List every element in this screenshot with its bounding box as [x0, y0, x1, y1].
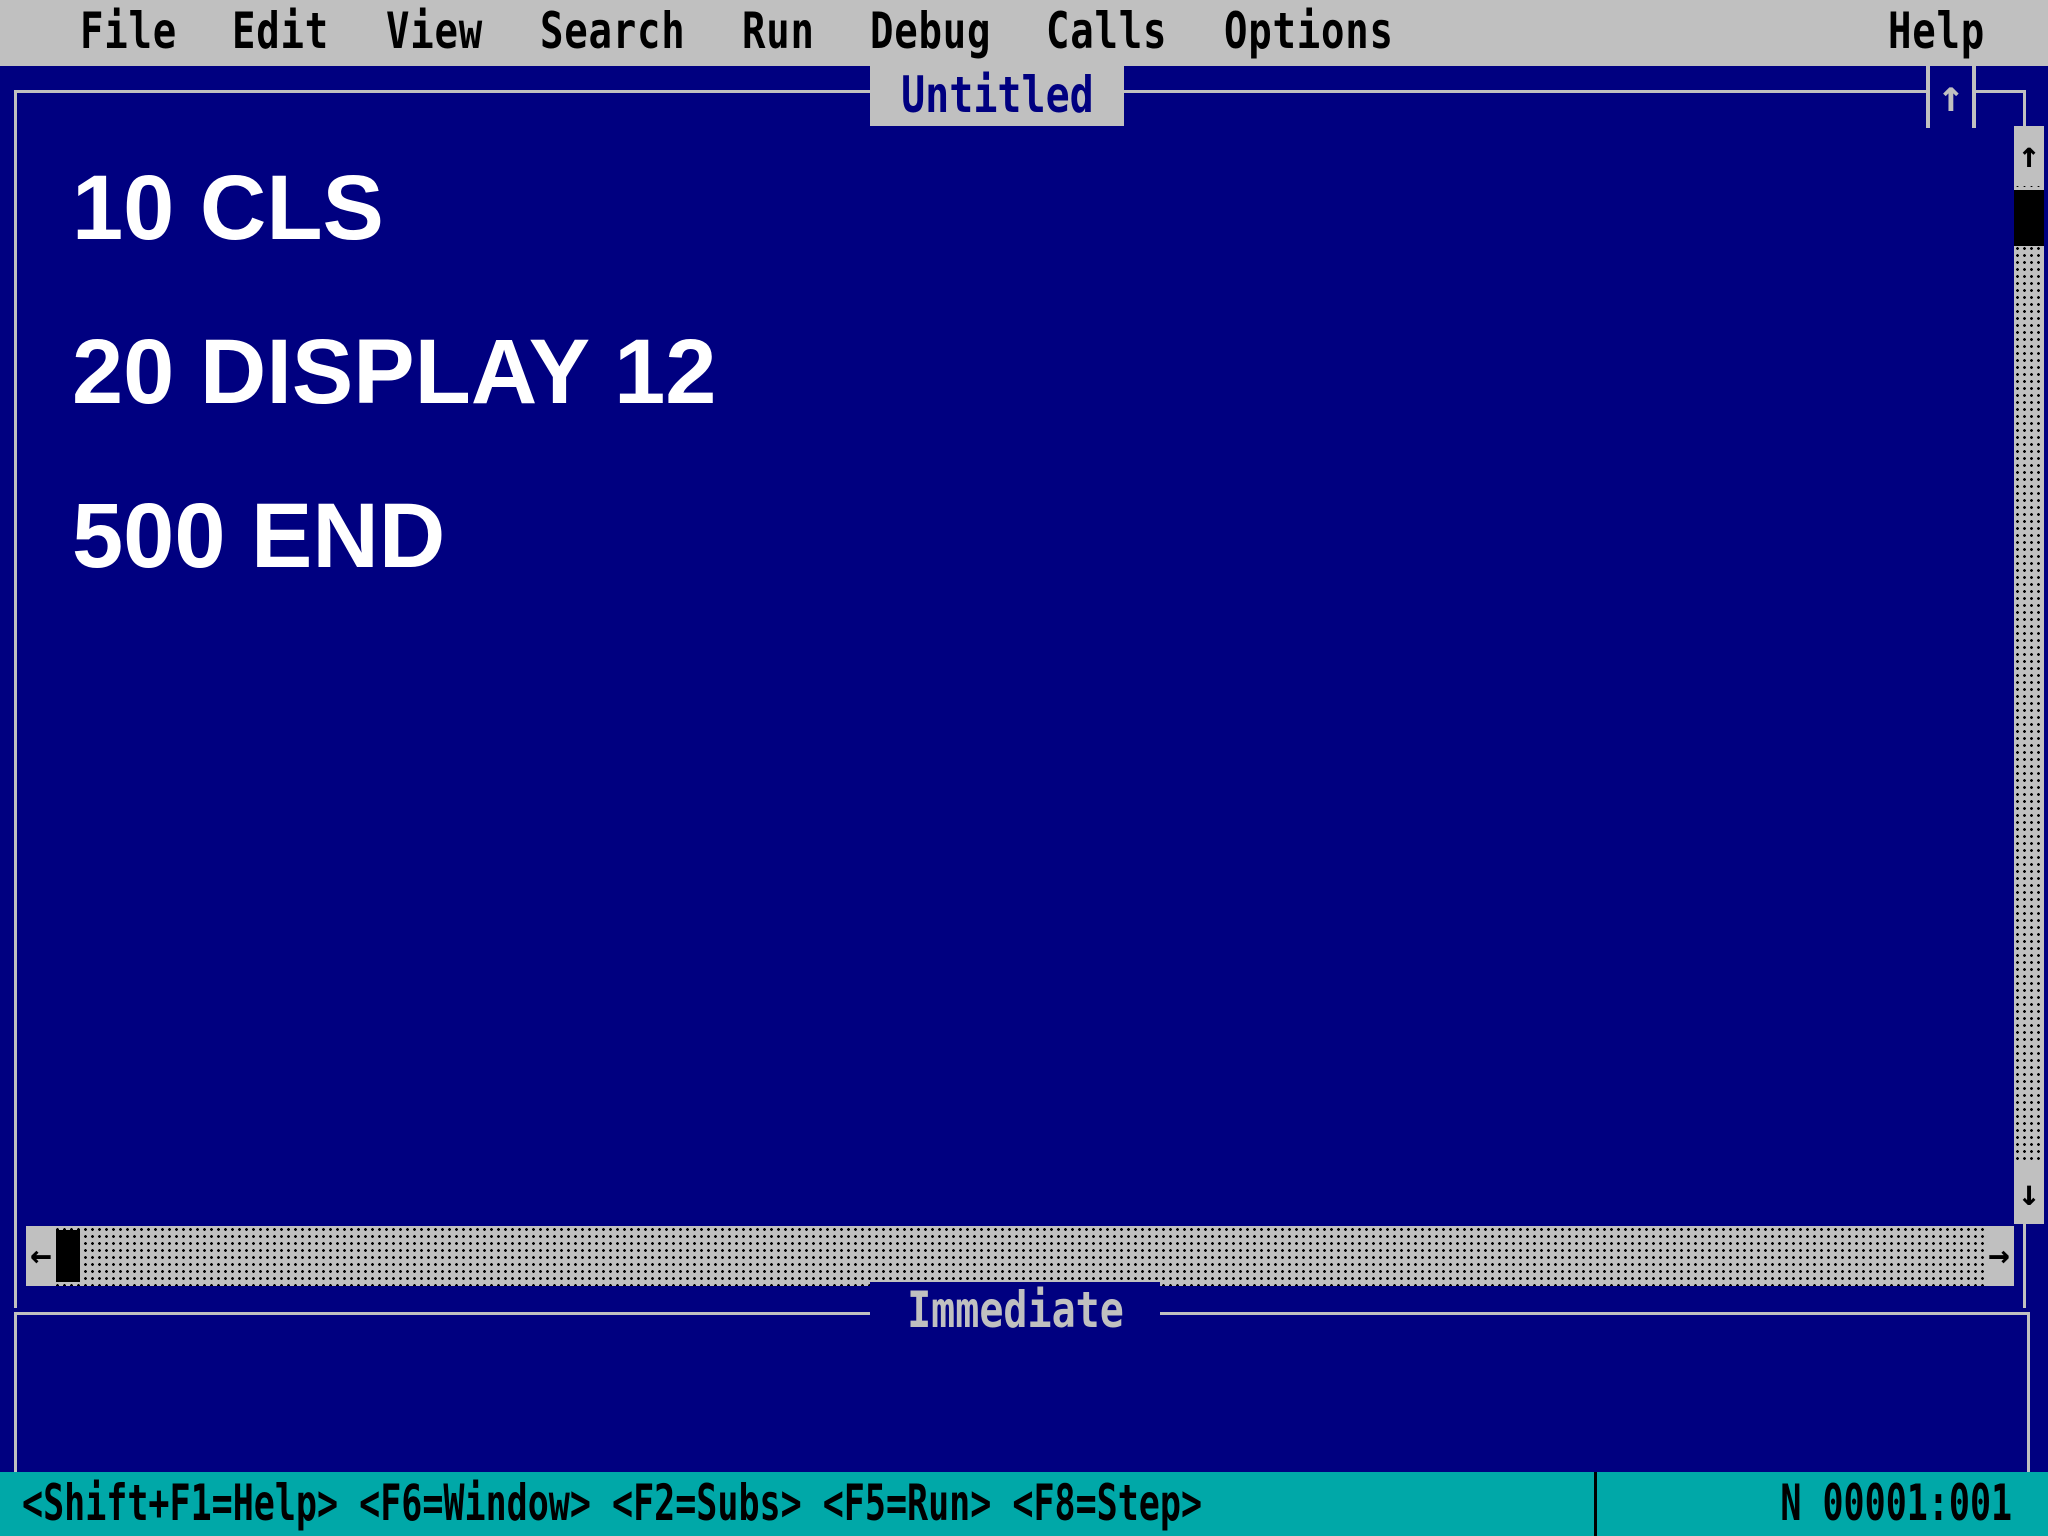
editor-title: Untitled	[870, 66, 1124, 126]
menu-calls[interactable]: Calls	[1046, 0, 1167, 66]
editor-window[interactable]	[14, 90, 2026, 1308]
menu-run[interactable]: Run	[742, 0, 815, 66]
editor-title-text: Untitled	[900, 66, 1094, 124]
status-shortcut-keys[interactable]: <Shift+F1=Help> <F6=Window> <F2=Subs> <F…	[22, 1472, 1202, 1536]
scroll-down-arrow-icon[interactable]: ↓	[2014, 1164, 2044, 1224]
vertical-scrollbar[interactable]: ↑ ↓	[2014, 126, 2044, 1224]
menu-view[interactable]: View	[386, 0, 483, 66]
maximize-button[interactable]: ↑	[1926, 66, 1976, 128]
horizontal-scrollbar[interactable]: ← →	[26, 1226, 2014, 1286]
menu-edit[interactable]: Edit	[232, 0, 329, 66]
code-line-2[interactable]: 20 DISPLAY 12	[72, 326, 716, 418]
maximize-icon: ↑	[1937, 71, 1965, 122]
scroll-up-arrow-icon[interactable]: ↑	[2014, 126, 2044, 186]
menu-debug[interactable]: Debug	[870, 0, 991, 66]
status-divider	[1594, 1472, 1597, 1536]
immediate-title: Immediate	[870, 1282, 1160, 1338]
horizontal-scroll-thumb[interactable]	[56, 1230, 80, 1282]
status-bar: <Shift+F1=Help> <F6=Window> <F2=Subs> <F…	[0, 1472, 2048, 1536]
menu-options[interactable]: Options	[1224, 0, 1394, 66]
code-line-3[interactable]: 500 END	[72, 490, 445, 582]
scroll-left-arrow-icon[interactable]: ←	[26, 1226, 56, 1286]
menu-file[interactable]: File	[80, 0, 177, 66]
code-line-1[interactable]: 10 CLS	[72, 162, 384, 254]
immediate-title-text: Immediate	[906, 1282, 1124, 1338]
menu-search[interactable]: Search	[540, 0, 686, 66]
menu-bar: File Edit View Search Run Debug Calls Op…	[0, 0, 2048, 66]
menu-help[interactable]: Help	[1888, 0, 1985, 66]
vertical-scroll-thumb[interactable]	[2014, 190, 2044, 246]
cursor-position: N 00001:001	[1780, 1474, 2012, 1532]
scroll-right-arrow-icon[interactable]: →	[1984, 1226, 2014, 1286]
